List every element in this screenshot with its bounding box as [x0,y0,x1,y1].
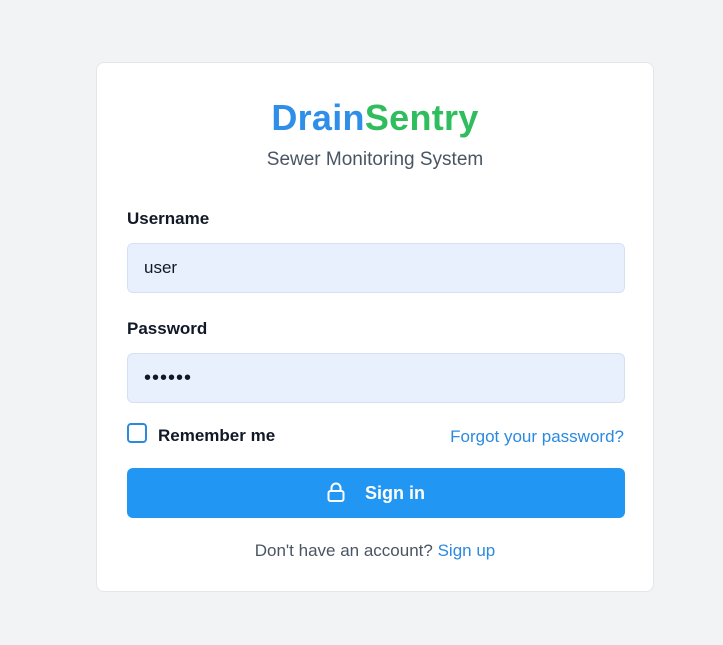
signup-prompt-text: Don't have an account? [254,541,433,560]
sign-in-label: Sign in [365,482,425,503]
app-logo: DrainSentry [97,97,653,139]
password-input[interactable]: •••••• [127,353,625,403]
sign-up-link[interactable]: Sign up [438,541,496,560]
login-card: DrainSentry Sewer Monitoring System User… [96,62,654,592]
logo-part-drain: Drain [271,97,365,138]
signup-prompt: Don't have an account? Sign up [97,541,653,561]
password-label: Password [127,319,208,338]
remember-me-checkbox[interactable] [127,423,147,443]
username-input[interactable] [127,243,625,293]
sign-in-button[interactable]: Sign in [127,468,625,518]
app-subtitle: Sewer Monitoring System [266,149,484,170]
forgot-password-link[interactable]: Forgot your password? [450,427,624,447]
username-label: Username [127,209,210,228]
remember-me: Remember me [127,423,275,446]
remember-me-label[interactable]: Remember me [158,426,275,446]
lock-icon [327,482,345,502]
logo-part-sentry: Sentry [364,97,479,138]
